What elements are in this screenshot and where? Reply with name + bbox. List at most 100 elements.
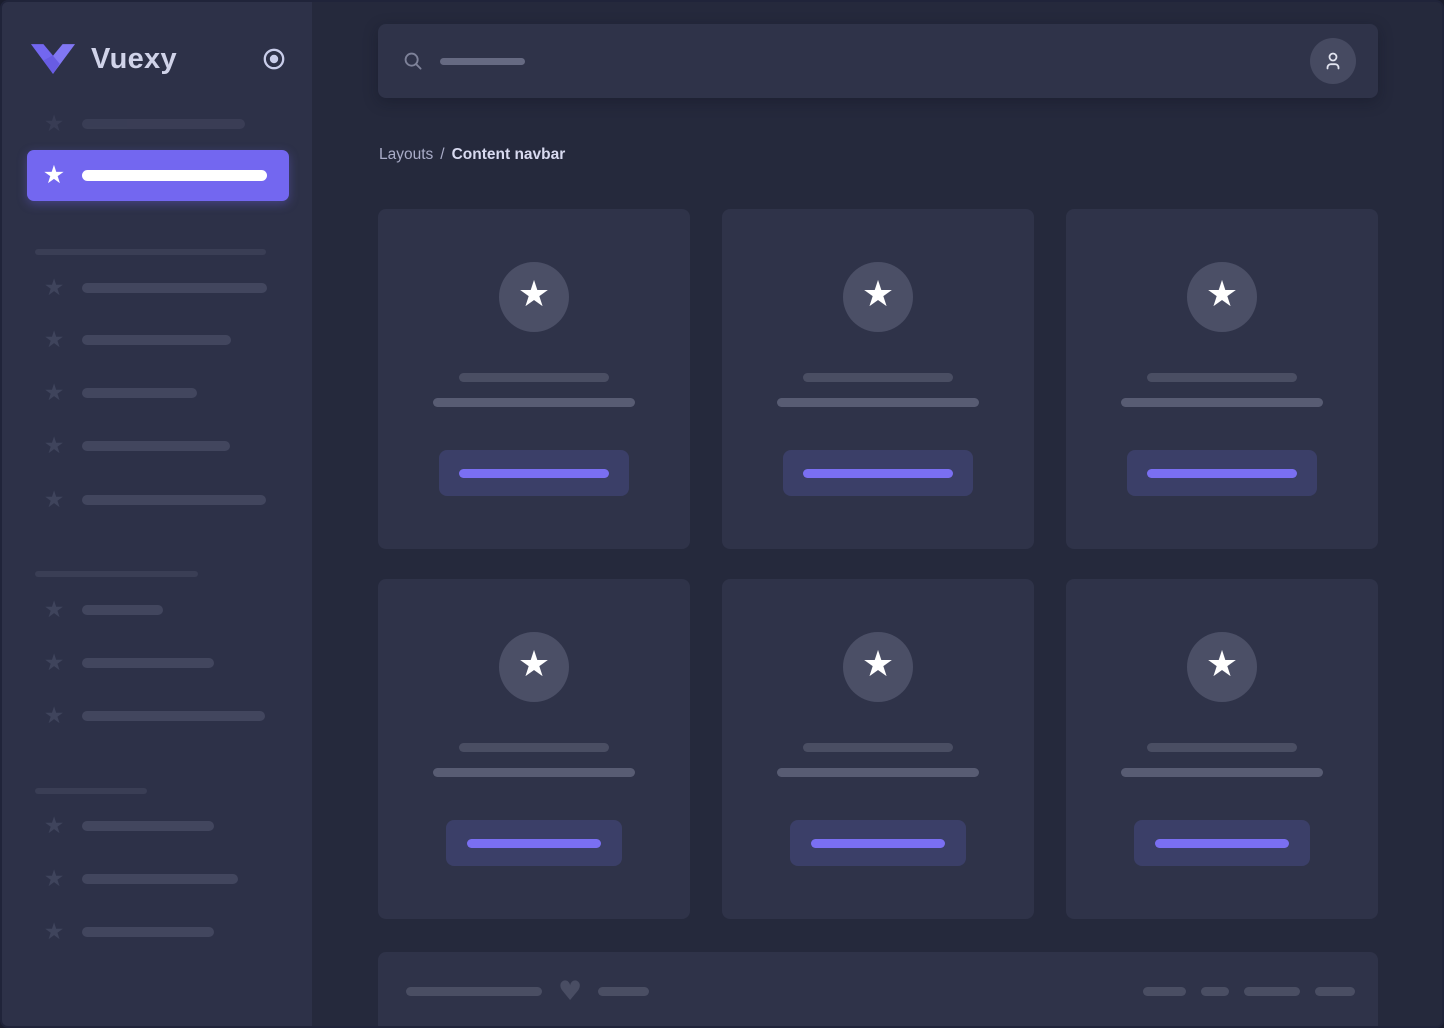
card-subtitle-placeholder <box>1121 768 1323 777</box>
sidebar-menu-item[interactable]: ★ <box>2 381 312 405</box>
menu-item-label-placeholder <box>82 874 238 884</box>
content-card: ★ <box>1066 209 1378 549</box>
card-action-button[interactable] <box>790 820 966 866</box>
footer-left-group: ♥ <box>406 978 649 1005</box>
sidebar-menu-item[interactable]: ★ <box>2 920 312 944</box>
card-action-button[interactable] <box>1134 820 1310 866</box>
button-label-placeholder <box>803 469 953 478</box>
card-subtitle-placeholder <box>1121 398 1323 407</box>
breadcrumb: Layouts / Content navbar <box>379 146 565 164</box>
sidebar-menu-item[interactable]: ★ <box>2 867 312 891</box>
content-card: ★ <box>378 579 690 919</box>
content-card: ★ <box>722 209 1034 549</box>
card-title-placeholder <box>1147 743 1297 752</box>
menu-item-label-placeholder <box>82 388 197 398</box>
card-icon-circle: ★ <box>499 632 569 702</box>
breadcrumb-current: Content navbar <box>452 146 566 164</box>
menu-section-header-placeholder <box>35 788 147 794</box>
star-icon: ★ <box>42 328 66 352</box>
footer-right-group <box>1143 987 1355 996</box>
sidebar-header: Vuexy <box>30 42 286 76</box>
button-label-placeholder <box>1155 839 1289 848</box>
menu-pin-toggle-icon[interactable] <box>262 47 286 71</box>
button-label-placeholder <box>459 469 609 478</box>
star-icon: ★ <box>518 277 550 317</box>
menu-item-label-placeholder <box>82 441 230 451</box>
sidebar-menu-item[interactable]: ★ <box>2 651 312 675</box>
sidebar-menu-item[interactable]: ★ <box>2 328 312 352</box>
sidebar-menu-item[interactable]: ★ <box>2 434 312 458</box>
breadcrumb-separator: / <box>440 146 444 164</box>
sidebar-menu-item[interactable]: ★ <box>2 814 312 838</box>
sidebar-menu-item[interactable]: ★ <box>2 276 312 300</box>
menu-section-header-placeholder <box>35 249 266 255</box>
user-icon <box>1321 49 1345 73</box>
card-icon-circle: ★ <box>843 632 913 702</box>
menu-item-label-placeholder <box>82 605 163 615</box>
menu-item-label-placeholder <box>82 927 214 937</box>
card-action-button[interactable] <box>783 450 973 496</box>
user-avatar[interactable] <box>1310 38 1356 84</box>
sidebar-menu-item[interactable]: ★ <box>2 704 312 728</box>
main-content: Layouts / Content navbar ★ ★ ★ ★ ★ ★ ♥ <box>312 2 1442 1026</box>
button-label-placeholder <box>1147 469 1297 478</box>
star-icon: ★ <box>42 381 66 405</box>
footer-link-placeholder[interactable] <box>1315 987 1355 996</box>
breadcrumb-parent[interactable]: Layouts <box>379 146 433 164</box>
menu-section-header-placeholder <box>35 571 198 577</box>
button-label-placeholder <box>467 839 601 848</box>
card-title-placeholder <box>803 743 953 752</box>
menu-item-label-placeholder <box>82 495 266 505</box>
sidebar-menu-item[interactable]: ★ <box>2 598 312 622</box>
footer-link-placeholder[interactable] <box>1143 987 1186 996</box>
card-subtitle-placeholder <box>777 398 979 407</box>
star-icon: ★ <box>1206 277 1238 317</box>
card-action-button[interactable] <box>439 450 629 496</box>
star-icon: ★ <box>42 704 66 728</box>
star-icon: ★ <box>518 647 550 687</box>
card-icon-circle: ★ <box>1187 632 1257 702</box>
sidebar-menu-item-active[interactable]: ★ <box>27 150 289 201</box>
star-icon: ★ <box>862 647 894 687</box>
star-icon: ★ <box>42 434 66 458</box>
footer-link-placeholder[interactable] <box>1244 987 1300 996</box>
card-grid: ★ ★ ★ ★ ★ ★ <box>378 209 1378 919</box>
star-icon: ★ <box>42 814 66 838</box>
card-icon-circle: ★ <box>499 262 569 332</box>
star-icon: ★ <box>42 163 66 187</box>
sidebar-menu-item[interactable]: ★ <box>2 112 312 136</box>
card-action-button[interactable] <box>1127 450 1317 496</box>
menu-item-label-placeholder <box>82 821 214 831</box>
card-icon-circle: ★ <box>1187 262 1257 332</box>
star-icon: ★ <box>42 598 66 622</box>
card-action-button[interactable] <box>446 820 622 866</box>
sidebar-menu-item[interactable]: ★ <box>2 488 312 512</box>
card-subtitle-placeholder <box>433 768 635 777</box>
star-icon: ★ <box>42 488 66 512</box>
star-icon: ★ <box>42 651 66 675</box>
vuexy-logo-icon <box>30 44 76 75</box>
sidebar: Vuexy ★ ★ ★ ★ ★ ★ ★ ★ ★ ★ ★ ★ ★ <box>2 2 312 1026</box>
brand-title: Vuexy <box>91 45 177 74</box>
search-input-placeholder[interactable] <box>440 58 525 65</box>
card-subtitle-placeholder <box>433 398 635 407</box>
heart-icon: ♥ <box>558 978 582 1005</box>
search-icon[interactable] <box>402 50 424 72</box>
star-icon: ★ <box>42 867 66 891</box>
menu-item-label-placeholder <box>82 335 231 345</box>
menu-item-label-placeholder <box>82 283 267 293</box>
star-icon: ★ <box>42 920 66 944</box>
footer-link-placeholder[interactable] <box>1201 987 1229 996</box>
footer-text-placeholder <box>598 987 649 996</box>
card-title-placeholder <box>1147 373 1297 382</box>
top-navbar <box>378 24 1378 98</box>
card-title-placeholder <box>459 373 609 382</box>
content-card: ★ <box>1066 579 1378 919</box>
content-card: ★ <box>722 579 1034 919</box>
menu-item-label-placeholder <box>82 658 214 668</box>
footer: ♥ <box>378 952 1378 1028</box>
content-card: ★ <box>378 209 690 549</box>
card-subtitle-placeholder <box>777 768 979 777</box>
card-icon-circle: ★ <box>843 262 913 332</box>
star-icon: ★ <box>862 277 894 317</box>
